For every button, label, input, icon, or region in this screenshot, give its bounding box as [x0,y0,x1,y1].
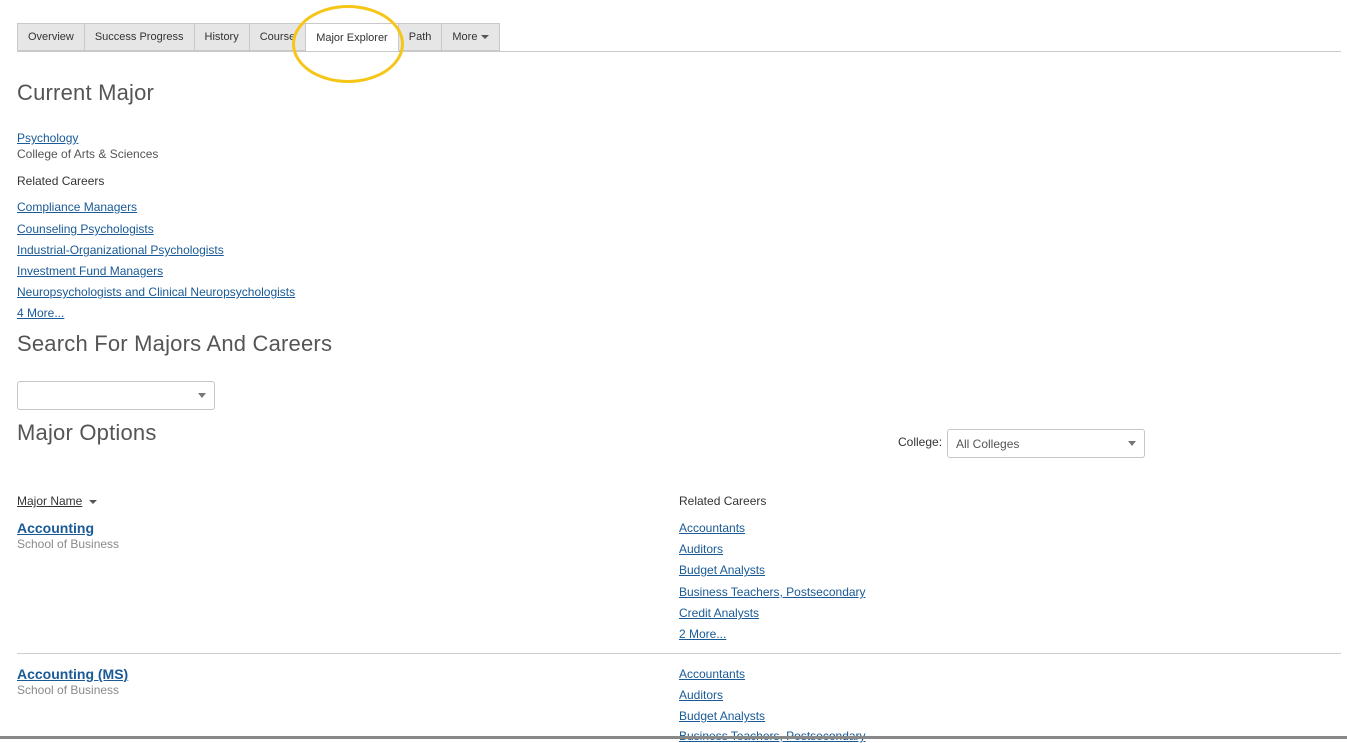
more-careers-link[interactable]: 4 More... [17,306,64,320]
major-school: School of Business [17,683,120,697]
current-major-heading: Current Major [17,80,155,105]
current-major-link[interactable]: Psychology [17,131,78,145]
sort-down-icon [89,499,98,504]
career-link[interactable]: Investment Fund Managers [17,264,163,278]
career-link[interactable]: Credit Analysts [679,606,759,620]
major-options-heading: Major Options [17,420,157,445]
tab-course[interactable]: Course [248,23,306,51]
row-divider [17,653,1341,654]
career-link[interactable]: Accountants [679,667,745,681]
career-link[interactable]: Industrial-Organizational Psychologists [17,243,224,257]
nav-tabs: Overview Success Progress History Course… [17,23,501,52]
career-link[interactable]: Neuropsychologists and Clinical Neuropsy… [17,285,295,299]
major-link[interactable]: Accounting (MS) [17,666,128,682]
career-link[interactable]: Auditors [679,688,723,702]
career-link[interactable]: Budget Analysts [679,709,765,723]
college-select[interactable]: All Colleges [947,429,1145,458]
college-filter-label: College: [898,435,943,449]
search-select[interactable] [17,381,215,410]
tab-overview[interactable]: Overview [17,23,84,51]
tab-more[interactable]: More [441,23,501,51]
career-link[interactable]: Auditors [679,542,723,556]
career-link[interactable]: Accountants [679,521,745,535]
current-major-college: College of Arts & Sciences [17,147,159,161]
major-school: School of Business [17,537,120,551]
career-link[interactable]: Compliance Managers [17,200,137,214]
tab-success-progress[interactable]: Success Progress [83,23,194,51]
major-link[interactable]: Accounting [17,520,94,536]
career-link[interactable]: Budget Analysts [679,563,765,577]
tab-major-explorer[interactable]: Major Explorer [305,23,398,52]
caret-down-icon [481,35,490,39]
college-select-value: All Colleges [956,436,1020,451]
tab-more-label: More [452,31,478,43]
related-careers-label: Related Careers [17,174,105,188]
sort-major-name[interactable]: Major Name [17,494,98,508]
chevron-down-icon [1128,441,1136,446]
chevron-down-icon [198,393,206,398]
career-link[interactable]: Counseling Psychologists [17,222,154,236]
search-heading: Search For Majors And Careers [17,331,333,356]
related-careers-header: Related Careers [679,494,767,508]
career-link[interactable]: Business Teachers, Postsecondary [679,585,866,599]
more-careers-link[interactable]: 2 More... [679,627,726,641]
major-name-header: Major Name [17,494,83,508]
tabs-divider [17,51,1341,52]
tab-history[interactable]: History [193,23,249,51]
tab-path[interactable]: Path [397,23,442,51]
